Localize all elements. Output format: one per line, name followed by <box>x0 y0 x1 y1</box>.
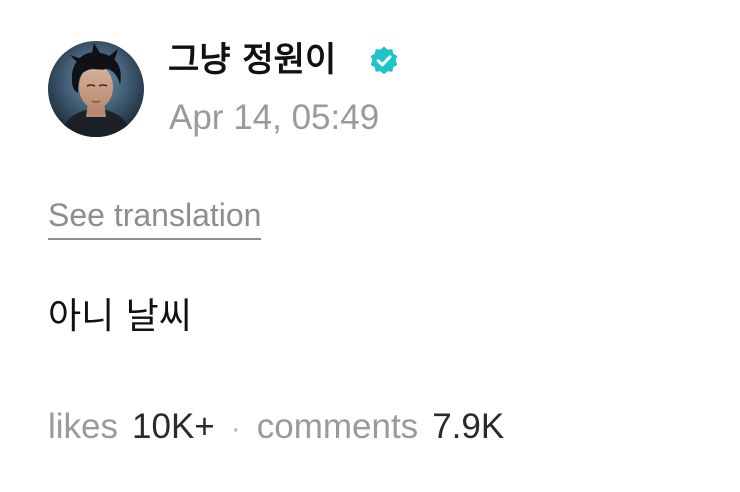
see-translation-link[interactable]: See translation <box>48 194 262 240</box>
likes-label[interactable]: likes <box>48 405 118 449</box>
comments-label[interactable]: comments <box>257 405 418 449</box>
post-body-text: 아니 날씨 <box>48 296 192 337</box>
post-card: 그냥 정원이 Apr 14, 05:49 See translation 아니 … <box>0 0 740 492</box>
post-timestamp: Apr 14, 05:49 <box>169 98 380 137</box>
avatar-image <box>48 41 144 137</box>
comments-count[interactable]: 7.9K <box>432 405 504 449</box>
post-stats: likes 10K+ · comments 7.9K <box>48 405 504 451</box>
author-name[interactable]: 그냥 정원이 <box>168 38 336 82</box>
avatar[interactable] <box>48 41 144 137</box>
stats-separator: · <box>230 412 241 445</box>
verified-check-badge-icon <box>370 46 398 75</box>
likes-count[interactable]: 10K+ <box>132 405 215 449</box>
